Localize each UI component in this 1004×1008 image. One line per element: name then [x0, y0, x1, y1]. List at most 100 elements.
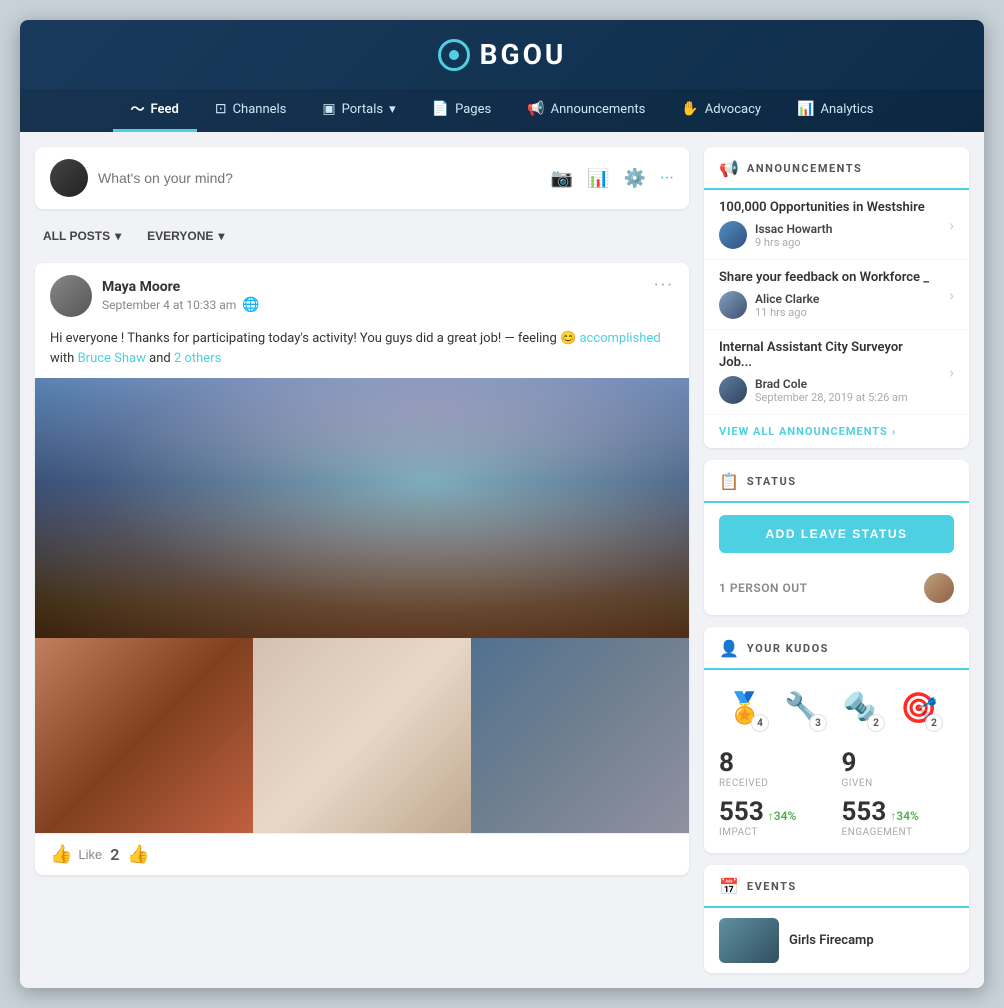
kudos-received: 8 RECEIVED: [719, 750, 832, 789]
kudos-badge-1: 🔧 3: [777, 682, 829, 734]
person-out-row: 1 PERSON OUT: [704, 565, 969, 615]
event-title: Girls Firecamp: [789, 933, 874, 948]
nav-advocacy[interactable]: ✋ Advocacy: [663, 89, 779, 132]
feed-icon: 〜: [131, 99, 145, 119]
post-meta: September 4 at 10:33 am 🌐: [102, 297, 260, 313]
pages-icon: 📄: [432, 101, 449, 117]
events-section-icon: 📅: [719, 877, 739, 896]
announcement-item-2[interactable]: Internal Assistant City Surveyor Job... …: [704, 330, 969, 415]
kudos-header: 👤 YOUR KUDOS: [704, 627, 969, 670]
kudos-engagement: 553 ↑34% ENGAGEMENT: [842, 799, 955, 838]
nav-analytics[interactable]: 📊 Analytics: [779, 89, 891, 132]
announcement-meta-0: Issac Howarth 9 hrs ago: [719, 221, 954, 249]
announcement-author-block-1: Alice Clarke 11 hrs ago: [755, 292, 819, 319]
like-button[interactable]: 👍 Like: [50, 844, 102, 865]
announcements-section-icon: 📢: [719, 159, 739, 178]
audience-filter[interactable]: EVERYONE ▾: [139, 225, 232, 247]
post-thumb-3: [471, 638, 689, 833]
posts-filter[interactable]: ALL POSTS ▾: [35, 225, 129, 247]
post-footer: 👍 Like 2 👍: [35, 833, 689, 875]
post-images: [35, 378, 689, 833]
main-nav: 〜 Feed ⊡ Channels ▣ Portals ▾ 📄 Pages 📢 …: [20, 89, 984, 132]
post-main-image: [35, 378, 689, 638]
audience-filter-chevron: ▾: [218, 229, 224, 243]
app-container: BGOU 〜 Feed ⊡ Channels ▣ Portals ▾ 📄 Pag…: [20, 20, 984, 988]
announcement-avatar-2: [719, 376, 747, 404]
kudos-count-1: 3: [809, 714, 827, 732]
nav-pages[interactable]: 📄 Pages: [414, 89, 510, 132]
kudos-count-0: 4: [751, 714, 769, 732]
announcement-item-1[interactable]: Share your feedback on Workforce _ Alice…: [704, 260, 969, 330]
post-more-button[interactable]: ···: [654, 275, 674, 296]
post-thumb-1: [35, 638, 253, 833]
status-header: 📋 STATUS: [704, 460, 969, 503]
nav-portals[interactable]: ▣ Portals ▾: [304, 89, 413, 132]
tagged-user-link[interactable]: Bruce Shaw: [78, 351, 146, 366]
brand: BGOU: [20, 38, 984, 71]
kudos-count-2: 2: [867, 714, 885, 732]
feed-column: 📷 📊 ⚙️ ··· ALL POSTS ▾ EVERYONE ▾: [20, 132, 704, 988]
portals-icon: ▣: [322, 101, 335, 117]
posts-filter-chevron: ▾: [115, 229, 121, 243]
post-thumb-2: [253, 638, 471, 833]
feeling-accomplished-link[interactable]: accomplished: [579, 331, 660, 346]
nav-channels[interactable]: ⊡ Channels: [197, 89, 305, 132]
post-header: Maya Moore September 4 at 10:33 am 🌐 ···: [35, 263, 689, 329]
logo-icon: [438, 39, 470, 71]
person-out-label: 1 PERSON OUT: [719, 581, 808, 595]
announcements-card: 📢 ANNOUNCEMENTS 100,000 Opportunities in…: [704, 147, 969, 448]
filter-bar: ALL POSTS ▾ EVERYONE ▾: [35, 221, 689, 251]
logo-inner: [449, 50, 459, 60]
chevron-right-icon-1: ›: [949, 285, 954, 304]
camera-icon[interactable]: 📷: [551, 168, 573, 189]
events-preview[interactable]: Girls Firecamp: [704, 908, 969, 973]
nav-feed[interactable]: 〜 Feed: [113, 89, 197, 132]
announcement-author-block-2: Brad Cole September 28, 2019 at 5:26 am: [755, 377, 908, 404]
announcements-icon: 📢: [527, 101, 544, 117]
person-out-avatar: [924, 573, 954, 603]
announcement-item-0[interactable]: 100,000 Opportunities in Westshire Issac…: [704, 190, 969, 260]
sidebar: 📢 ANNOUNCEMENTS 100,000 Opportunities in…: [704, 132, 984, 988]
channels-icon: ⊡: [215, 101, 227, 117]
kudos-badges: 🏅 4 🔧 3 🔩 2 🎯 2: [704, 670, 969, 742]
post-image-grid: [35, 638, 689, 833]
post-card: Maya Moore September 4 at 10:33 am 🌐 ···…: [35, 263, 689, 875]
view-all-chevron: ›: [892, 425, 896, 438]
kudos-stats: 8 RECEIVED 9 GIVEN 553 ↑34% IMPACT: [704, 742, 969, 853]
compose-input[interactable]: [98, 170, 541, 186]
kudos-count-3: 2: [925, 714, 943, 732]
others-link[interactable]: 2 others: [174, 351, 221, 366]
globe-icon: 🌐: [242, 297, 259, 313]
compose-avatar-img: [50, 159, 88, 197]
post-content: Hi everyone ! Thanks for participating t…: [35, 329, 689, 378]
post-author-block: Maya Moore September 4 at 10:33 am 🌐: [102, 279, 260, 313]
nav-announcements[interactable]: 📢 Announcements: [509, 89, 663, 132]
announcement-meta-2: Brad Cole September 28, 2019 at 5:26 am: [719, 376, 954, 404]
view-all-announcements[interactable]: VIEW ALL ANNOUNCEMENTS ›: [704, 415, 969, 448]
kudos-badge-2: 🔩 2: [835, 682, 887, 734]
add-leave-status-button[interactable]: ADD LEAVE STATUS: [719, 515, 954, 553]
post-author-info: Maya Moore September 4 at 10:33 am 🌐: [50, 275, 260, 317]
compose-avatar: [50, 159, 88, 197]
status-section-icon: 📋: [719, 472, 739, 491]
thumbs-up-icon: 👍: [50, 844, 72, 865]
status-card: 📋 STATUS ADD LEAVE STATUS 1 PERSON OUT: [704, 460, 969, 615]
post-avatar: [50, 275, 92, 317]
chart-icon[interactable]: 📊: [587, 168, 609, 189]
header: BGOU 〜 Feed ⊡ Channels ▣ Portals ▾ 📄 Pag…: [20, 20, 984, 132]
announcement-avatar-1: [719, 291, 747, 319]
analytics-icon: 📊: [797, 101, 814, 117]
app-title: BGOU: [480, 38, 567, 71]
chevron-right-icon-0: ›: [949, 215, 954, 234]
events-card: 📅 EVENTS Girls Firecamp: [704, 865, 969, 973]
kudos-badge-0: 🏅 4: [719, 682, 771, 734]
more-icon[interactable]: ···: [660, 168, 674, 189]
portals-dropdown-icon: ▾: [389, 102, 396, 117]
kudos-section-icon: 👤: [719, 639, 739, 658]
events-header: 📅 EVENTS: [704, 865, 969, 908]
kudos-given: 9 GIVEN: [842, 750, 955, 789]
compose-actions: 📷 📊 ⚙️ ···: [551, 168, 674, 189]
announcement-author-block-0: Issac Howarth 9 hrs ago: [755, 222, 832, 249]
compose-box: 📷 📊 ⚙️ ···: [35, 147, 689, 209]
settings-icon[interactable]: ⚙️: [623, 168, 645, 189]
